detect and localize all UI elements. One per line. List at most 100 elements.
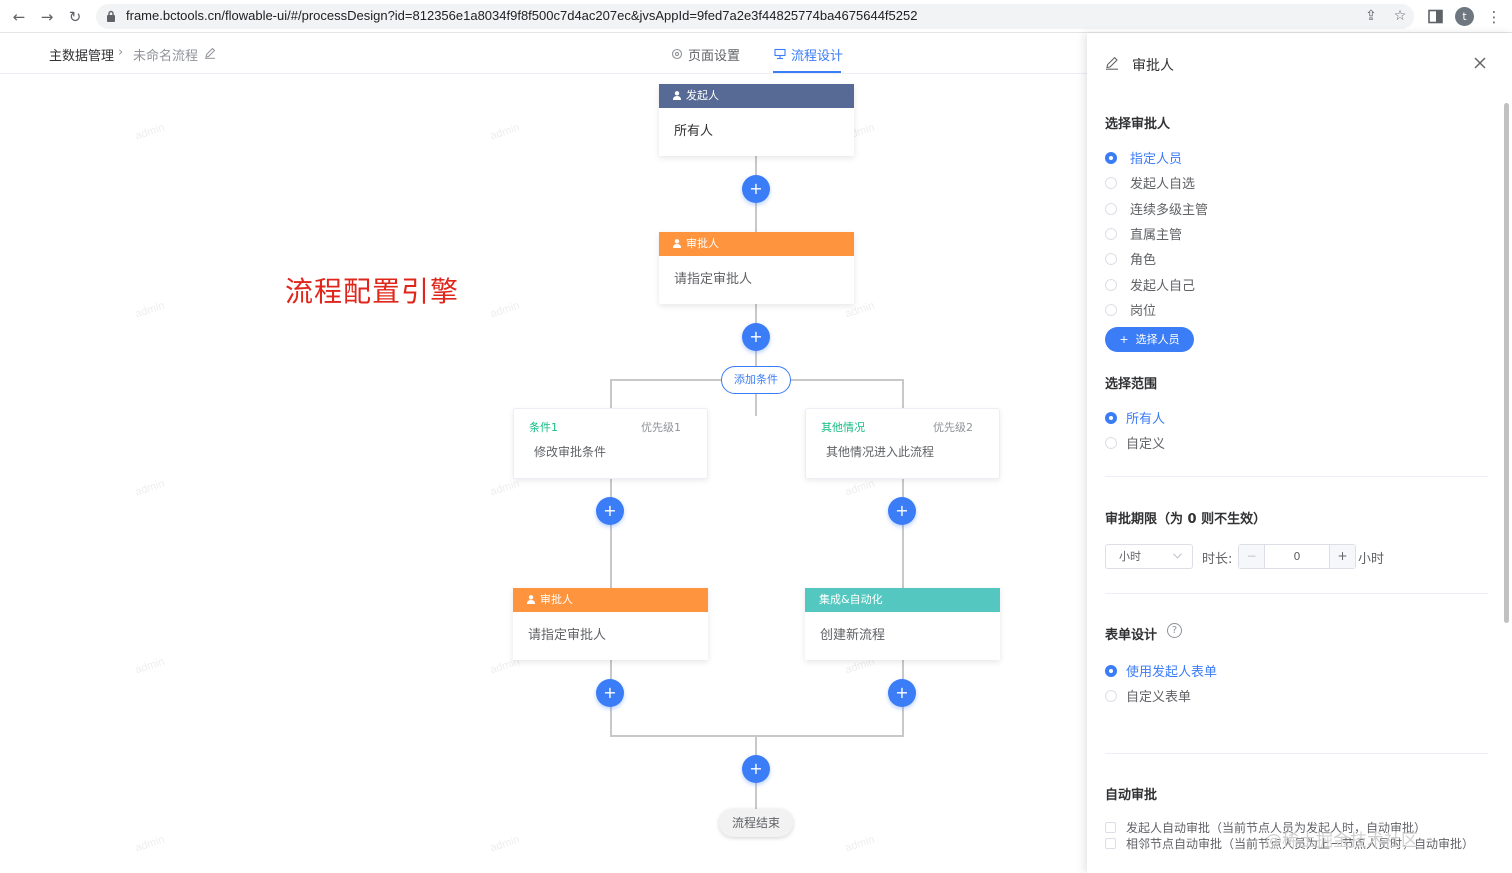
radio-label: 岗位 bbox=[1130, 304, 1157, 319]
integration-node[interactable]: 集成&自动化 创建新流程 bbox=[805, 588, 1000, 660]
lock-icon bbox=[107, 10, 115, 22]
edit-icon[interactable] bbox=[204, 47, 216, 59]
site-watermark: @稀土掘金技术社区 bbox=[1265, 831, 1418, 851]
radio-label: 指定人员 bbox=[1130, 152, 1183, 167]
avatar[interactable]: t bbox=[1455, 7, 1474, 26]
radio-label: 自定义 bbox=[1126, 437, 1166, 452]
radio-dot bbox=[1105, 253, 1117, 265]
watermark: admin bbox=[133, 833, 167, 855]
auto-approve-initiator-checkbox[interactable] bbox=[1105, 822, 1116, 833]
radio-dot bbox=[1105, 203, 1117, 215]
time-unit-select[interactable]: 小时 bbox=[1105, 544, 1193, 569]
radio-label: 所有人 bbox=[1126, 412, 1166, 427]
add-node-button[interactable]: + bbox=[888, 497, 916, 525]
reload-icon[interactable]: ↻ bbox=[65, 7, 85, 27]
end-node: 流程结束 bbox=[719, 809, 793, 837]
stepper-value[interactable]: 0 bbox=[1265, 545, 1329, 568]
auto-approve-adjacent-checkbox[interactable] bbox=[1105, 838, 1116, 849]
condition-priority: 优先级1 bbox=[641, 421, 681, 434]
forward-icon[interactable]: → bbox=[37, 7, 57, 27]
watermark: admin bbox=[133, 655, 167, 677]
watermark: admin bbox=[488, 121, 522, 143]
browser-toolbar: ← → ↻ frame.bctools.cn/flowable-ui/#/pro… bbox=[0, 0, 1512, 33]
condition-name: 条件1 bbox=[529, 421, 558, 434]
add-node-button[interactable]: + bbox=[596, 497, 624, 525]
process-canvas: admin admin admin admin admin admin admi… bbox=[0, 74, 1087, 873]
url-text: frame.bctools.cn/flowable-ui/#/processDe… bbox=[126, 8, 918, 23]
flow-icon bbox=[774, 48, 786, 60]
node-header: 发起人 bbox=[659, 84, 854, 108]
duration-stepper[interactable]: − 0 + bbox=[1238, 544, 1356, 569]
plus-icon: + bbox=[1119, 333, 1129, 346]
radio-label: 自定义表单 bbox=[1126, 690, 1192, 705]
node-title: 审批人 bbox=[540, 593, 573, 606]
radio-dot bbox=[1105, 177, 1117, 189]
watermark: admin bbox=[133, 477, 167, 499]
add-node-button[interactable]: + bbox=[742, 323, 770, 351]
add-node-button[interactable]: + bbox=[888, 679, 916, 707]
radio-dot bbox=[1105, 279, 1117, 291]
edit-icon[interactable] bbox=[1105, 56, 1119, 70]
section-title-approver: 选择审批人 bbox=[1105, 117, 1171, 132]
node-header: 集成&自动化 bbox=[805, 588, 1000, 612]
watermark: admin bbox=[488, 477, 522, 499]
radio-dot bbox=[1105, 412, 1117, 424]
breadcrumb-separator: › bbox=[118, 45, 124, 60]
section-title-form: 表单设计 bbox=[1105, 628, 1158, 643]
add-condition-button[interactable]: 添加条件 bbox=[721, 366, 791, 394]
radio-label: 直属主管 bbox=[1130, 228, 1183, 243]
button-label: 选择人员 bbox=[1135, 333, 1180, 346]
section-title-auto: 自动审批 bbox=[1105, 788, 1158, 803]
add-node-button[interactable]: + bbox=[596, 679, 624, 707]
active-tab-indicator bbox=[773, 71, 841, 73]
divider bbox=[1105, 753, 1488, 754]
divider bbox=[1105, 593, 1488, 594]
section-title-deadline: 审批期限（为 0 则不生效） bbox=[1105, 512, 1267, 527]
watermark: admin bbox=[843, 833, 877, 855]
gear-icon bbox=[671, 48, 683, 60]
watermark: admin bbox=[488, 833, 522, 855]
overlay-label: 流程配置引擎 bbox=[285, 275, 460, 308]
close-icon[interactable] bbox=[1472, 55, 1488, 71]
select-people-button[interactable]: + 选择人员 bbox=[1105, 327, 1194, 352]
node-header: 审批人 bbox=[513, 588, 708, 612]
approver-node[interactable]: 审批人 请指定审批人 bbox=[513, 588, 708, 660]
condition-description: 其他情况进入此流程 bbox=[826, 445, 935, 459]
node-content: 请指定审批人 bbox=[528, 628, 607, 643]
app-header: 主数据管理 › 未命名流程 页面设置 流程设计 bbox=[0, 33, 1087, 74]
add-node-button[interactable]: + bbox=[742, 755, 770, 783]
menu-icon[interactable]: ⋮ bbox=[1484, 7, 1504, 27]
starter-node[interactable]: 发起人 所有人 bbox=[659, 84, 854, 156]
section-title-scope: 选择范围 bbox=[1105, 377, 1158, 392]
condition-card[interactable]: 条件1 优先级1 修改审批条件 bbox=[513, 408, 708, 479]
node-title: 发起人 bbox=[686, 89, 719, 102]
duration-unit: 小时 bbox=[1358, 552, 1385, 567]
radio-dot bbox=[1105, 228, 1117, 240]
radio-dot bbox=[1105, 665, 1117, 677]
help-icon[interactable]: ? bbox=[1167, 623, 1182, 638]
connector-line bbox=[610, 379, 612, 410]
decrement-button[interactable]: − bbox=[1239, 545, 1265, 568]
radio-label: 连续多级主管 bbox=[1130, 203, 1209, 218]
radio-label: 发起人自己 bbox=[1130, 279, 1196, 294]
watermark: admin bbox=[133, 121, 167, 143]
approver-node[interactable]: 审批人 请指定审批人 bbox=[659, 232, 854, 304]
panel-scrollbar[interactable] bbox=[1504, 103, 1509, 623]
condition-name: 其他情况 bbox=[821, 421, 865, 434]
breadcrumb-current: 未命名流程 bbox=[133, 49, 199, 64]
share-icon[interactable]: ⇪ bbox=[1362, 7, 1380, 25]
watermark: admin bbox=[133, 299, 167, 321]
star-icon[interactable]: ☆ bbox=[1391, 7, 1409, 25]
address-bar[interactable]: frame.bctools.cn/flowable-ui/#/processDe… bbox=[96, 4, 1414, 29]
person-icon bbox=[673, 239, 681, 248]
back-icon[interactable]: ← bbox=[9, 7, 29, 27]
add-node-button[interactable]: + bbox=[742, 175, 770, 203]
person-icon bbox=[673, 91, 681, 100]
node-title: 审批人 bbox=[686, 237, 719, 250]
increment-button[interactable]: + bbox=[1329, 545, 1355, 568]
condition-priority: 优先级2 bbox=[933, 421, 973, 434]
side-panel-icon[interactable] bbox=[1428, 9, 1443, 24]
condition-card[interactable]: 其他情况 优先级2 其他情况进入此流程 bbox=[805, 408, 1000, 479]
divider bbox=[1105, 476, 1488, 477]
breadcrumb-root[interactable]: 主数据管理 bbox=[49, 45, 114, 64]
